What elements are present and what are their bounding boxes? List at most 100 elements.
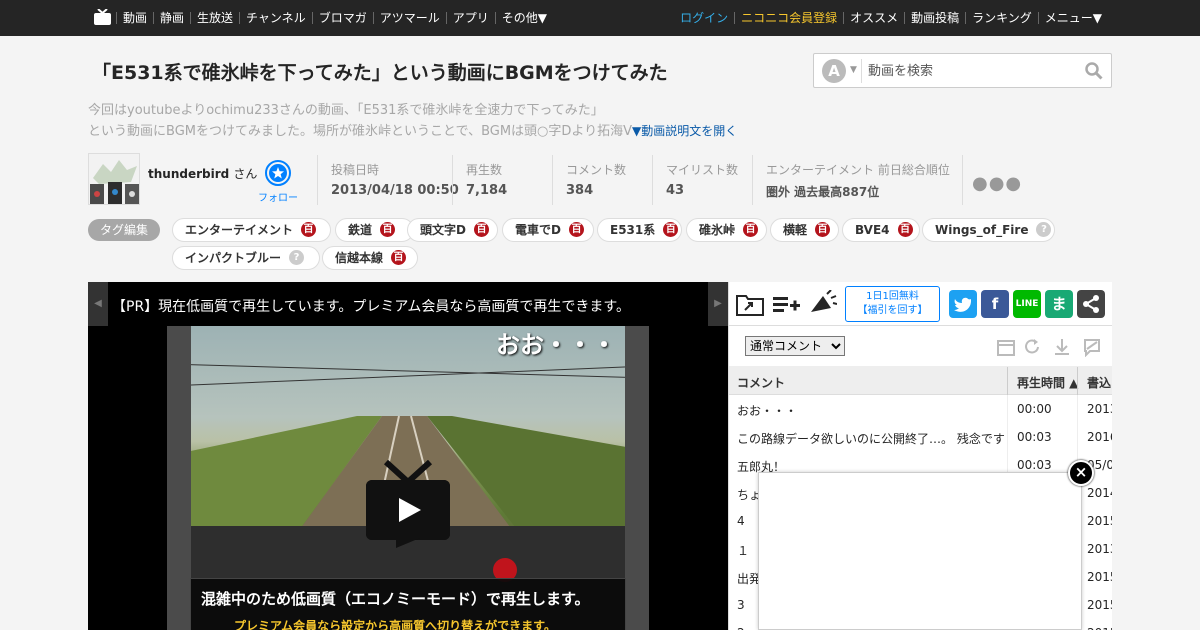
economy-mode-notice: 混雑中のため低画質（エコノミーモード）で再生します。 プレミアム会員なら設定から… xyxy=(190,578,626,630)
no-dictionary-icon: ? xyxy=(289,250,305,265)
tag-item[interactable]: インパクトブルー? xyxy=(172,246,320,270)
nav-menu[interactable]: メニュー▼ xyxy=(1037,12,1108,24)
tag-item[interactable]: エンターテイメント百 xyxy=(172,218,331,242)
search-input[interactable] xyxy=(868,61,1078,81)
more-icon[interactable]: ●●● xyxy=(972,173,1022,194)
dictionary-icon[interactable]: 百 xyxy=(897,222,913,237)
line-icon[interactable]: LINE xyxy=(1013,290,1041,318)
nicoad-icon[interactable] xyxy=(807,290,837,318)
dictionary-icon[interactable]: 百 xyxy=(301,222,317,237)
comment-filter-row: 通常コメント xyxy=(729,327,1112,367)
tag-edit-button[interactable]: タグ編集 xyxy=(88,219,160,241)
tag-item[interactable]: E531系百 xyxy=(597,218,682,242)
open-description-link[interactable]: ▼動画説明文を開く xyxy=(632,124,737,138)
comment-list-header: コメント 再生時間 ▲ 書込日 xyxy=(729,367,1112,395)
nav-live[interactable]: 生放送 xyxy=(190,12,239,24)
mylist-add-icon[interactable] xyxy=(771,290,801,318)
nav-upload[interactable]: 動画投稿 xyxy=(904,12,965,24)
autoscroll-icon[interactable] xyxy=(1052,337,1072,357)
search-mode-selector[interactable]: A ▼ xyxy=(822,59,862,83)
star-icon xyxy=(265,160,291,186)
tag-item[interactable]: BVE4 百 xyxy=(842,218,920,242)
tag-item[interactable]: Wings_of_Fire? xyxy=(922,218,1055,242)
col-comment[interactable]: コメント xyxy=(737,374,785,391)
folder-icon[interactable] xyxy=(735,290,765,318)
dictionary-icon[interactable]: 百 xyxy=(663,222,679,237)
stat-value: 384 xyxy=(566,183,594,198)
col-time[interactable]: 再生時間 ▲ xyxy=(1017,374,1078,391)
facebook-icon[interactable]: f xyxy=(981,290,1009,318)
global-nav: 動画 静画 生放送 チャンネル ブロマガ アツマール アプリ その他▼ ログイン… xyxy=(0,0,1200,36)
dictionary-icon[interactable]: 百 xyxy=(743,222,759,237)
follow-label: フォロー xyxy=(258,193,298,204)
nav-atsumaru[interactable]: アツマール xyxy=(372,12,446,24)
tag-item[interactable]: 横軽百 xyxy=(770,218,839,242)
nav-video[interactable]: 動画 xyxy=(116,12,153,24)
play-button[interactable] xyxy=(366,460,450,548)
stat-value: 43 xyxy=(666,183,685,198)
stat-mylist: マイリスト数 43 xyxy=(652,155,752,205)
nav-recommend[interactable]: オススメ xyxy=(843,12,904,24)
avatar-image xyxy=(89,154,139,204)
stat-value: 圏外 過去最高887位 xyxy=(766,185,880,199)
comment-visibility-icon[interactable] xyxy=(1082,337,1102,357)
no-dictionary-icon: ? xyxy=(1036,222,1052,237)
hatena-icon[interactable]: ま xyxy=(1045,290,1073,318)
stat-views: 再生数 7,184 xyxy=(452,155,552,205)
video-description: 今回はyoutubeよりochimu233さんの動画、「E531系で碓氷峠を全速… xyxy=(88,100,788,142)
stat-value: 7,184 xyxy=(466,183,508,198)
lottery-button[interactable]: 1日1回無料 【福引を回す】 xyxy=(845,286,940,322)
comment-row[interactable]: この路線データ欲しいのに公開終了…。 残念です00:032016 xyxy=(729,423,1112,451)
col-date[interactable]: 書込日 xyxy=(1087,374,1112,391)
lottery-label: 1日1回無料 xyxy=(866,291,919,302)
stat-posted: 投稿日時 2013/04/18 00:50 xyxy=(317,155,459,205)
notice-title: 混雑中のため低画質（エコノミーモード）で再生します。 xyxy=(201,590,590,608)
stat-label: 再生数 xyxy=(466,163,503,177)
calendar-icon[interactable] xyxy=(996,337,1016,357)
chevron-right-icon[interactable]: ▶ xyxy=(708,282,728,326)
register-link[interactable]: ニコニコ会員登録 xyxy=(734,12,843,24)
search-icon[interactable] xyxy=(1085,62,1103,80)
tag-item[interactable]: 電車でD 百 xyxy=(502,218,594,242)
chevron-left-icon[interactable]: ◀ xyxy=(88,282,108,326)
stat-ranking: エンターテイメント 前日総合順位 圏外 過去最高887位 xyxy=(752,155,963,205)
tag-item[interactable]: 鉄道百 xyxy=(335,218,414,242)
overlay-ad-panel xyxy=(758,472,1082,630)
owner-name[interactable]: thunderbird さん xyxy=(148,165,257,182)
follow-button[interactable]: フォロー xyxy=(256,160,300,204)
nav-app[interactable]: アプリ xyxy=(445,12,495,24)
reload-icon[interactable] xyxy=(1022,337,1042,357)
nav-seiga[interactable]: 静画 xyxy=(153,12,190,24)
danmaku-comment: おお・・・ xyxy=(496,331,616,359)
notice-subtitle[interactable]: プレミアム会員なら設定から高画質へ切り替えができます。 xyxy=(234,617,556,630)
dictionary-icon[interactable]: 百 xyxy=(473,222,489,237)
dictionary-icon[interactable]: 百 xyxy=(391,250,407,265)
comment-type-select[interactable]: 通常コメント xyxy=(745,336,845,356)
nav-blomaga[interactable]: ブロマガ xyxy=(311,12,373,24)
close-icon[interactable]: × xyxy=(1068,460,1094,486)
stat-comments: コメント数 384 xyxy=(552,155,652,205)
description-line: 今回はyoutubeよりochimu233さんの動画、「E531系で碓氷峠を全速… xyxy=(88,103,604,118)
dictionary-icon[interactable]: 百 xyxy=(568,222,584,237)
comment-row[interactable]: おお・・・00:002013 xyxy=(729,395,1112,423)
panel-toolbar: 1日1回無料 【福引を回す】 f LINE ま xyxy=(729,282,1112,326)
chevron-down-icon: ▼ xyxy=(850,65,857,75)
niconico-tv-icon[interactable] xyxy=(94,9,111,25)
login-link[interactable]: ログイン xyxy=(674,12,734,24)
tag-item[interactable]: 碓氷峠百 xyxy=(686,218,767,242)
pr-banner[interactable]: ◀ 【PR】現在低画質で再生しています。プレミアム会員なら高画質で再生できます。… xyxy=(88,282,728,326)
video-title: 「E531系で碓氷峠を下ってみた」という動画にBGMをつけてみた xyxy=(92,62,668,84)
dictionary-icon[interactable]: 百 xyxy=(380,222,396,237)
nav-others[interactable]: その他▼ xyxy=(494,12,553,24)
tag-item[interactable]: 信越本線百 xyxy=(322,246,418,270)
share-icon[interactable] xyxy=(1077,290,1105,318)
nav-channel[interactable]: チャンネル xyxy=(239,12,312,24)
tag-item[interactable]: 頭文字D 百 xyxy=(407,218,498,242)
owner-avatar[interactable] xyxy=(88,153,140,205)
stat-label: マイリスト数 xyxy=(666,163,739,177)
nav-ranking[interactable]: ランキング xyxy=(965,12,1038,24)
dictionary-icon[interactable]: 百 xyxy=(815,222,831,237)
lottery-label: 【福引を回す】 xyxy=(857,305,928,316)
twitter-icon[interactable] xyxy=(949,290,977,318)
pr-text: 【PR】現在低画質で再生しています。プレミアム会員なら高画質で再生できます。 xyxy=(112,299,630,315)
